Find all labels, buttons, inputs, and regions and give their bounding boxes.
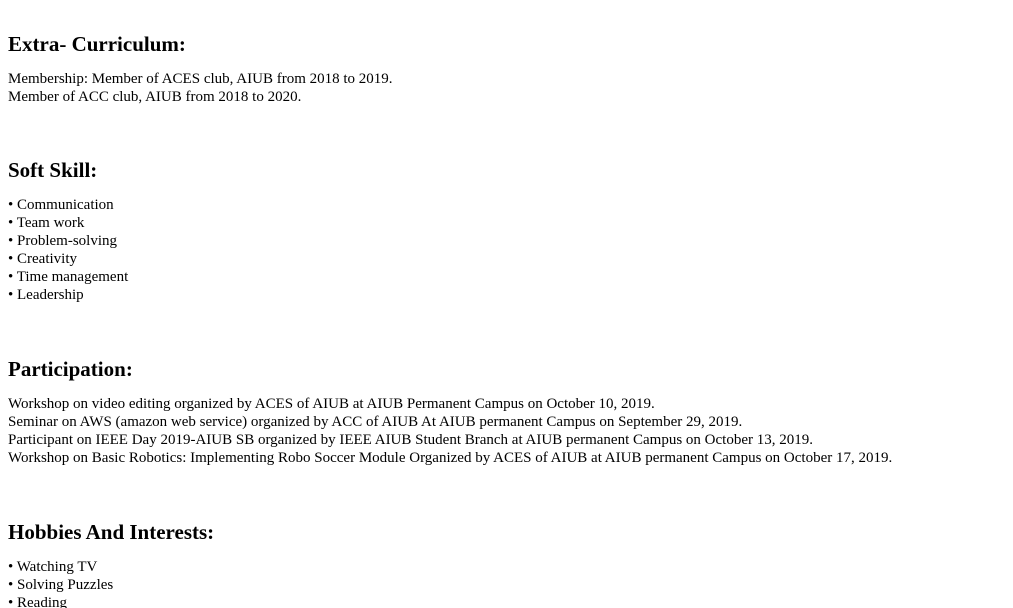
soft-skill-item: • Team work [8, 215, 85, 231]
hobbies-list: • Watching TV • Solving Puzzles • Readin… [8, 558, 1003, 608]
hobbies-section: Hobbies And Interests: • Watching TV • S… [8, 520, 1003, 608]
hobby-item: • Solving Puzzles [8, 577, 114, 593]
soft-skill-item: • Problem-solving [8, 233, 117, 249]
soft-skill-item: • Communication [8, 197, 114, 213]
extra-curriculum-section: Extra- Curriculum: Membership: Member of… [8, 32, 1003, 106]
participation-heading: Participation: [8, 357, 133, 381]
extra-curriculum-heading: Extra- Curriculum: [8, 32, 186, 56]
hobby-item: • Reading [8, 595, 67, 608]
soft-skill-section: Soft Skill: • Communication • Team work … [8, 158, 1003, 304]
soft-skill-item: • Creativity [8, 251, 77, 267]
soft-skill-list: • Communication • Team work • Problem-so… [8, 196, 1003, 304]
hobby-item: • Watching TV [8, 559, 98, 575]
hobbies-heading: Hobbies And Interests: [8, 520, 215, 544]
participation-section: Participation: Workshop on video editing… [8, 357, 1003, 467]
participation-line: Workshop on video editing organized by A… [8, 396, 655, 412]
extra-curriculum-line: Member of ACC club, AIUB from 2018 to 20… [8, 89, 302, 105]
extra-curriculum-list: Membership: Member of ACES club, AIUB fr… [8, 70, 1003, 106]
participation-line: Seminar on AWS (amazon web service) orga… [8, 414, 743, 430]
soft-skill-heading: Soft Skill: [8, 158, 98, 182]
soft-skill-item: • Time management [8, 269, 129, 285]
extra-curriculum-line: Membership: Member of ACES club, AIUB fr… [8, 71, 393, 87]
participation-line: Workshop on Basic Robotics: Implementing… [8, 450, 893, 466]
soft-skill-item: • Leadership [8, 287, 84, 303]
participation-line: Participant on IEEE Day 2019-AIUB SB org… [8, 432, 813, 448]
participation-list: Workshop on video editing organized by A… [8, 395, 1003, 467]
